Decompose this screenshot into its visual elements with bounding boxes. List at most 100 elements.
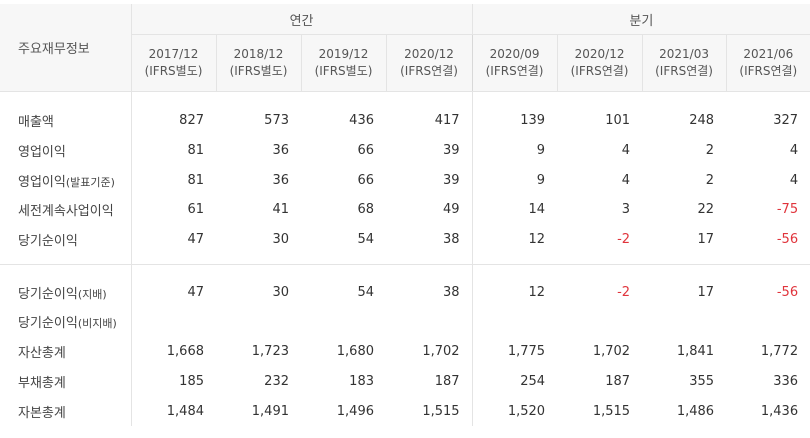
spacer-cell [726, 254, 810, 265]
spacer-cell [216, 264, 301, 278]
spacer-cell [557, 92, 642, 107]
value-cell: 14 [471, 195, 558, 225]
value-cell: 38 [443, 284, 460, 300]
period-header: 2018/12 (IFRS별도) [215, 34, 301, 92]
row-spacer [0, 264, 810, 278]
value-cell: 1,486 [676, 403, 715, 419]
row-label-suffix: (비지배) [77, 317, 117, 331]
value-cell: 139 [471, 106, 558, 136]
value-cell: 39 [443, 172, 460, 188]
value-cell: 336 [773, 373, 799, 389]
value-cell: 4 [789, 172, 799, 188]
spacer-cell [642, 264, 727, 278]
value-cell: 9 [471, 135, 558, 166]
table-row: 세전계속사업이익 61 41 68 49 14 3 22 -75 [0, 195, 810, 225]
value-cell: 573 [264, 113, 289, 129]
table-row: 자산총계 1,668 1,723 1,680 1,702 1,775 1,702 1,841 1… [0, 336, 810, 367]
spacer-cell [726, 92, 810, 107]
value-cell: 30 [272, 284, 289, 300]
corner-label: 주요재무정보 [0, 4, 132, 92]
row-label: 영업이익 [0, 135, 132, 166]
value-cell: 1,702 [422, 344, 460, 360]
row-label: 자산총계 [0, 336, 132, 367]
row-label-text: 부채총계 [18, 375, 66, 391]
value-cell [131, 307, 216, 337]
spacer-cell [642, 254, 726, 265]
row-label: 부채총계 [0, 366, 132, 397]
period-date: 2020/09 [489, 47, 540, 61]
period-basis: (IFRS연결) [485, 64, 544, 78]
value-cell: 4 [789, 143, 799, 159]
value-cell: 417 [434, 113, 460, 129]
spacer-cell [386, 264, 473, 278]
value-cell: 1,484 [166, 403, 204, 419]
value-cell: 1,668 [166, 344, 204, 360]
value-cell: 254 [471, 366, 558, 397]
spacer-cell [131, 254, 216, 265]
financial-summary-panel: 주요재무정보 연간 분기 2017/12 (IFRS별도) 2018/12 (IFRS… [0, 0, 810, 438]
period-header: 2017/12 (IFRS별도) [130, 34, 216, 92]
value-cell: 22 [697, 202, 715, 218]
period-date: 2017/12 [148, 47, 199, 61]
value-cell: 1,680 [336, 344, 374, 360]
spacer-cell [471, 254, 558, 265]
value-cell: 3 [621, 202, 631, 218]
row-label: 영업이익(발표기준) [0, 165, 132, 196]
value-cell: 1,841 [676, 344, 715, 360]
period-date: 2021/03 [659, 47, 709, 61]
value-cell: 4 [621, 172, 631, 188]
row-spacer [0, 91, 810, 107]
value-cell: 1,702 [592, 344, 631, 360]
spacer-cell [557, 264, 643, 278]
row-label-text: 세전계속사업이익 [18, 204, 114, 220]
period-header: 2021/06 (IFRS연결) [725, 34, 810, 92]
period-basis: (IFRS연결) [400, 64, 458, 78]
table-row: 매출액 827 573 436 417 139 101 248 327 [0, 106, 810, 136]
value-cell: 355 [689, 373, 715, 389]
row-label-text: 당기순이익 [18, 234, 78, 250]
spacer-cell [216, 254, 301, 265]
value-cell: 47 [187, 232, 204, 248]
row-label-text: 영업이익 [18, 174, 66, 190]
period-basis: (IFRS별도) [229, 64, 288, 78]
value-cell [301, 307, 386, 337]
row-label: 당기순이익 [0, 224, 132, 255]
value-cell [216, 307, 301, 337]
value-cell: 232 [264, 373, 289, 389]
value-cell: 49 [443, 202, 460, 218]
value-cell: 101 [605, 113, 631, 129]
row-label: 자본총계 [0, 396, 132, 426]
value-cell: -75 [776, 202, 799, 218]
spacer-cell [0, 91, 132, 106]
value-cell: 30 [272, 232, 289, 248]
value-cell: 1,520 [471, 396, 558, 426]
value-cell: 66 [357, 143, 374, 159]
spacer-cell [301, 92, 386, 107]
period-basis: (IFRS연결) [739, 64, 798, 78]
value-cell: 81 [187, 143, 204, 159]
period-basis: (IFRS연결) [655, 64, 713, 78]
value-cell: 1,496 [336, 403, 374, 419]
value-cell: 54 [357, 232, 374, 248]
period-date: 2019/12 [318, 47, 369, 61]
period-header: 2020/09 (IFRS연결) [471, 34, 558, 92]
value-cell: 187 [434, 373, 460, 389]
period-date: 2021/06 [743, 47, 794, 61]
value-cell: -56 [776, 232, 799, 248]
spacer-cell [386, 254, 472, 265]
row-label-suffix: (발표기준) [65, 175, 115, 189]
row-label: 당기순이익(지배) [0, 277, 132, 308]
value-cell: 827 [179, 113, 204, 129]
period-header: 2021/03 (IFRS연결) [641, 34, 727, 92]
value-cell: 39 [443, 143, 460, 159]
spacer-cell [301, 254, 386, 265]
period-date: 2018/12 [233, 47, 284, 61]
row-label-suffix: (지배) [77, 287, 107, 301]
spacer-cell [301, 264, 386, 278]
period-basis: (IFRS연결) [570, 64, 629, 78]
value-cell: 1,515 [592, 403, 631, 419]
financial-table: 주요재무정보 연간 분기 2017/12 (IFRS별도) 2018/12 (IFRS… [0, 4, 810, 426]
value-cell: 12 [471, 277, 558, 308]
value-cell [386, 307, 472, 337]
value-cell: 17 [697, 232, 715, 248]
